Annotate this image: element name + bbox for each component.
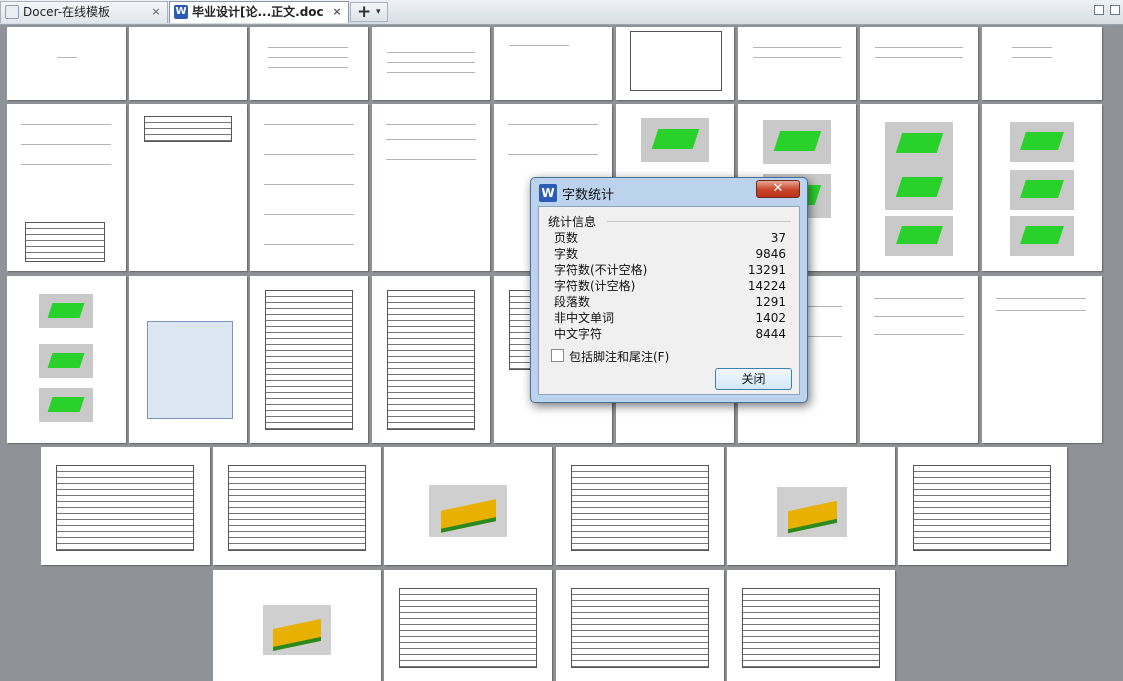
word-count-dialog: W 字数统计 ✕ 统计信息 页数 37 字数 9846 字符数(不计空格) 13291…: [530, 177, 808, 403]
window-option-icon[interactable]: [1094, 5, 1104, 15]
chevron-down-icon[interactable]: ▾: [376, 7, 381, 17]
close-icon[interactable]: ×: [150, 6, 162, 18]
page-thumbnail[interactable]: [372, 276, 490, 443]
page-thumbnail[interactable]: [494, 27, 612, 100]
stat-value: 8444: [755, 327, 786, 341]
group-label: 统计信息: [548, 215, 597, 229]
page-thumbnail[interactable]: [129, 104, 247, 271]
tab-document[interactable]: W 毕业设计[论...正文.doc ×: [169, 1, 349, 23]
stat-row-chars-no-spaces: 字符数(不计空格) 13291: [554, 263, 786, 278]
stat-value: 1402: [755, 311, 786, 325]
stat-value: 14224: [747, 279, 786, 293]
page-thumbnail[interactable]: [860, 27, 978, 100]
page-thumbnail[interactable]: [982, 27, 1102, 100]
page-thumbnail[interactable]: [250, 104, 368, 271]
stat-label: 段落数: [554, 295, 591, 309]
page-thumbnail[interactable]: [982, 276, 1102, 443]
stat-value: 9846: [755, 247, 786, 261]
stat-row-pages: 页数 37: [554, 231, 786, 246]
page-thumbnail[interactable]: [7, 104, 126, 271]
tab-label: Docer-在线模板: [23, 5, 111, 19]
page-thumbnail[interactable]: [556, 570, 724, 681]
plus-icon: +: [357, 2, 372, 22]
page-thumbnail[interactable]: [213, 570, 381, 681]
page-thumbnail[interactable]: [384, 447, 552, 565]
page-thumbnail[interactable]: [7, 27, 126, 100]
stat-label: 字符数(计空格): [554, 279, 636, 293]
stat-label: 非中文单词: [554, 311, 615, 325]
word-doc-icon: W: [174, 5, 188, 19]
page-thumbnail[interactable]: [129, 276, 247, 443]
page-thumbnail[interactable]: [384, 570, 552, 681]
page-thumbnail[interactable]: [616, 27, 734, 100]
dialog-titlebar[interactable]: W 字数统计 ✕: [531, 178, 807, 206]
page-thumbnail[interactable]: [727, 570, 895, 681]
page-thumbnail[interactable]: [7, 276, 126, 443]
page-thumbnail[interactable]: [727, 447, 895, 565]
stat-label: 中文字符: [554, 327, 603, 341]
page-thumbnail[interactable]: [129, 27, 247, 100]
stat-value: 13291: [747, 263, 786, 277]
stat-label: 字符数(不计空格): [554, 263, 648, 277]
tab-bar: Docer-在线模板 × W 毕业设计[论...正文.doc × + ▾: [0, 0, 1123, 25]
page-thumbnail[interactable]: [41, 447, 210, 565]
page-thumbnail[interactable]: [250, 276, 368, 443]
page-thumbnail[interactable]: [372, 104, 490, 271]
stat-row-chinese-chars: 中文字符 8444: [554, 327, 786, 342]
close-button[interactable]: 关闭: [715, 368, 792, 390]
close-icon[interactable]: ✕: [756, 180, 800, 198]
group-divider: [607, 221, 791, 222]
stat-label: 页数: [554, 231, 579, 245]
tab-docer[interactable]: Docer-在线模板 ×: [0, 1, 168, 23]
page-thumbnail[interactable]: [213, 447, 381, 565]
dialog-body: 统计信息 页数 37 字数 9846 字符数(不计空格) 13291 字符数(计空格)…: [538, 206, 800, 395]
page-thumbnail[interactable]: [898, 447, 1067, 565]
stat-row-paragraphs: 段落数 1291: [554, 295, 786, 310]
stat-row-words: 字数 9846: [554, 247, 786, 262]
page-thumbnail[interactable]: [250, 27, 368, 100]
stat-row-chars-with-spaces: 字符数(计空格) 14224: [554, 279, 786, 294]
page-thumbnail[interactable]: [860, 276, 978, 443]
page-thumbnail[interactable]: [860, 104, 978, 271]
dialog-title: 字数统计: [562, 188, 615, 203]
page-thumbnail[interactable]: [738, 27, 856, 100]
docer-icon: [5, 5, 19, 19]
stat-value: 1291: [755, 295, 786, 309]
stat-value: 37: [770, 231, 786, 245]
stat-row-non-chinese-words: 非中文单词 1402: [554, 311, 786, 326]
include-footnotes-checkbox[interactable]: [551, 349, 564, 362]
page-thumbnail[interactable]: [556, 447, 724, 565]
page-thumbnail[interactable]: [982, 104, 1102, 271]
new-tab-button[interactable]: + ▾: [350, 2, 388, 22]
page-thumbnail[interactable]: [372, 27, 490, 100]
stat-label: 字数: [554, 247, 579, 261]
tab-label: 毕业设计[论...正文.doc: [192, 5, 324, 19]
wps-writer-icon: W: [539, 184, 557, 202]
include-footnotes-label[interactable]: 包括脚注和尾注(F): [569, 348, 669, 365]
close-icon[interactable]: ×: [331, 6, 343, 18]
window-restore-icon[interactable]: [1110, 5, 1120, 15]
